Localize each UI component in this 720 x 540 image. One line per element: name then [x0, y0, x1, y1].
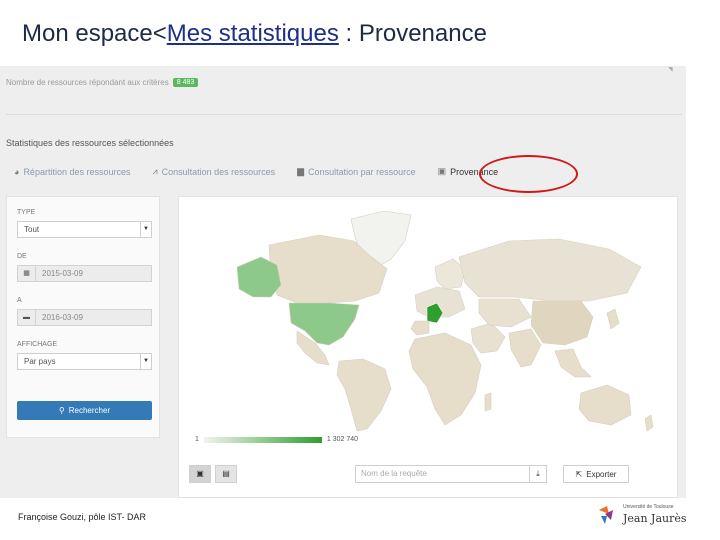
display-value: Par pays	[24, 357, 56, 366]
query-name-input[interactable]: Nom de la requête ⤓	[355, 465, 547, 483]
spain	[410, 320, 430, 336]
southeast-asia	[554, 348, 592, 378]
university-logo: Université de Toulouse Jean Jaurès	[597, 501, 709, 529]
slide-footer: Françoise Gouzi, pôle IST- DAR	[18, 512, 147, 522]
line-chart-icon: ⩘	[152, 166, 158, 176]
slide-title: Mon espace<Mes statistiques : Provenance	[22, 20, 487, 48]
from-date-value: 2015-03-09	[42, 269, 83, 278]
map-legend: 1 1 302 740	[195, 436, 358, 443]
stats-tabs: ◕ Répartition des ressources ⩘ Consultatio…	[14, 166, 520, 177]
bar-chart-icon: ▆	[297, 166, 305, 176]
india	[508, 328, 542, 368]
display-label: AFFICHAGE	[17, 341, 58, 348]
table-icon: ▤	[222, 469, 230, 478]
query-placeholder: Nom de la requête	[361, 469, 427, 478]
legend-gradient	[203, 436, 322, 443]
slide-title-prefix: Mon espace<	[22, 20, 167, 47]
to-date-value: 2016-03-09	[42, 313, 83, 322]
tab-label: Répartition des ressources	[23, 166, 131, 177]
logo-mark-icon	[599, 506, 613, 524]
map-panel: 1 1 302 740 ▣ ▤ Nom de la requête ⤓ ⇱ Expo…	[178, 196, 678, 498]
resource-count-row: Nombre de ressources répondant aux critè…	[6, 78, 199, 87]
australia	[578, 384, 632, 426]
app-screenshot: Nombre de ressources répondant aux critè…	[0, 66, 686, 498]
south-america	[336, 358, 392, 432]
map-icon: ▣	[196, 469, 204, 478]
slide-title-suffix: : Provenance	[338, 20, 487, 47]
table-view-button[interactable]: ▤	[215, 465, 237, 483]
chevron-down-icon: ▼	[140, 354, 151, 369]
tab-repartition[interactable]: ◕ Répartition des ressources	[14, 167, 131, 177]
scroll-marker: ◥	[668, 67, 673, 73]
middle-east	[470, 322, 506, 354]
highlight-ring	[479, 155, 578, 193]
world-map[interactable]	[179, 197, 679, 432]
calendar-icon[interactable]: ▬	[18, 310, 36, 325]
tab-consultation[interactable]: ⩘ Consultation des ressources	[153, 166, 276, 177]
download-icon[interactable]: ⤓	[529, 466, 546, 482]
china	[530, 300, 594, 346]
map-view-button[interactable]: ▣	[189, 465, 211, 483]
russia	[458, 238, 642, 302]
logo-small-text: Université de Toulouse	[623, 504, 674, 510]
search-button[interactable]: ⚲ Rechercher	[17, 401, 152, 420]
from-label: DE	[17, 253, 27, 260]
search-icon: ⚲	[58, 406, 65, 415]
panel-title: Statistiques des ressources sélectionnée…	[6, 138, 174, 148]
slide: Mon espace<Mes statistiques : Provenance…	[0, 0, 720, 540]
type-value: Tout	[24, 225, 40, 234]
to-date-input[interactable]: ▬ 2016-03-09	[17, 309, 152, 326]
logo-big-text: Jean Jaurès	[623, 512, 687, 525]
to-label: A	[17, 297, 22, 304]
central-asia	[478, 298, 532, 328]
africa	[408, 332, 482, 426]
calendar-icon[interactable]: ▦	[18, 266, 36, 281]
filter-panel: TYPE Tout ▼ DE ▦ 2015-03-09 A ▬ 2016-03-09 …	[6, 196, 160, 438]
external-link-icon: ⇱	[575, 469, 583, 479]
pie-chart-icon: ◕	[14, 166, 20, 177]
view-toggle: ▣ ▤	[189, 465, 237, 483]
tab-label: Consultation par ressource	[308, 166, 416, 177]
display-select[interactable]: Par pays ▼	[17, 353, 152, 370]
legend-min: 1	[195, 436, 199, 443]
divider	[6, 114, 682, 115]
map-icon: ▣	[437, 166, 447, 176]
tab-consultation-par-ressource[interactable]: ▆ Consultation par ressource	[297, 166, 415, 177]
japan	[606, 308, 620, 330]
export-button[interactable]: ⇱ Exporter	[563, 465, 629, 483]
legend-max: 1 302 740	[326, 436, 359, 443]
new-zealand	[644, 414, 654, 432]
type-label: TYPE	[17, 209, 36, 216]
type-select[interactable]: Tout ▼	[17, 221, 152, 238]
chevron-down-icon: ▼	[140, 222, 151, 237]
resource-count-label: Nombre de ressources répondant aux critè…	[6, 78, 169, 87]
from-date-input[interactable]: ▦ 2015-03-09	[17, 265, 152, 282]
slide-title-link[interactable]: Mes statistiques	[167, 20, 339, 47]
export-button-label: Exporter	[586, 469, 617, 479]
tab-label: Consultation des ressources	[161, 166, 276, 177]
search-button-label: Rechercher	[68, 406, 111, 415]
resource-count-badge: 8 483	[172, 78, 199, 87]
madagascar	[484, 392, 492, 412]
